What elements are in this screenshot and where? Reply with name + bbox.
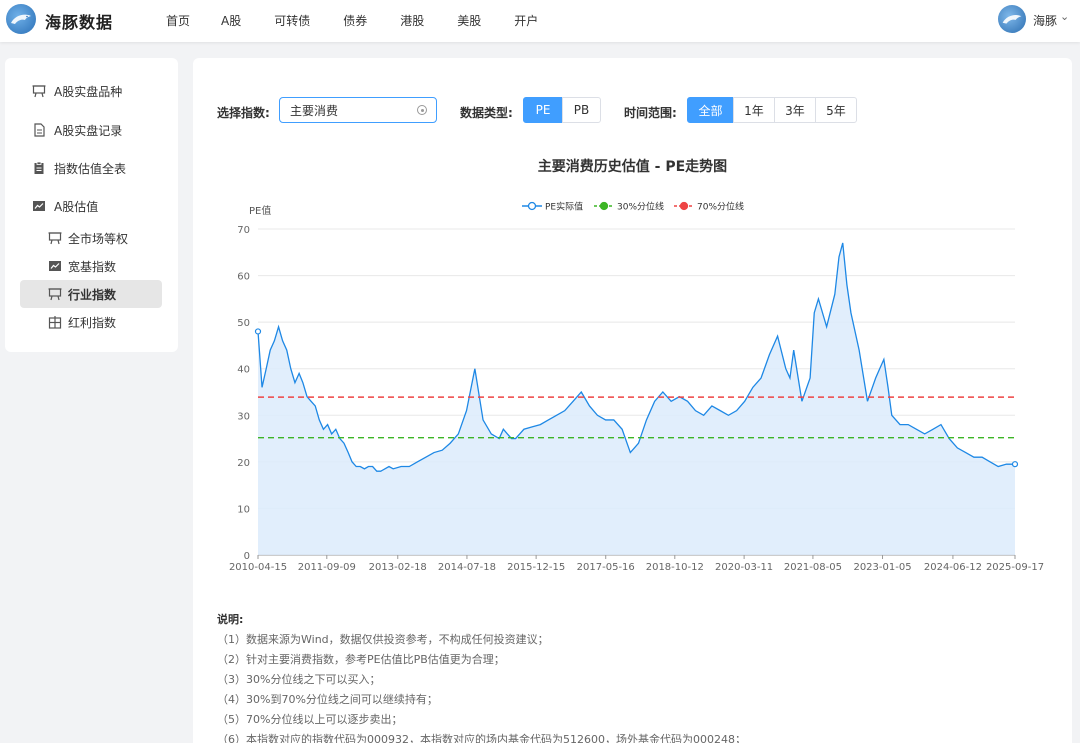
presentation-icon (48, 287, 62, 301)
legend-swatch-marker (599, 201, 609, 211)
clipboard-icon (32, 161, 46, 175)
legend-label: 70%分位线 (697, 201, 744, 213)
presentation-icon (48, 231, 62, 245)
x-tick-label: 2014-07-18 (438, 562, 496, 573)
y-tick-label: 40 (237, 365, 250, 376)
pe-end-point (1011, 461, 1019, 468)
x-tick-label: 2020-03-11 (715, 562, 773, 573)
note-line: （1）数据来源为Wind，数据仅供投资参考，不构成任何投资建议； (217, 633, 549, 646)
chevron-down-icon[interactable]: ⌄ (1060, 10, 1069, 23)
y-tick-label: 30 (237, 411, 250, 422)
nav-hk-stock[interactable]: 港股 (400, 12, 424, 29)
x-tick-label: 2010-04-15 (229, 562, 287, 573)
y-tick-label: 70 (237, 225, 250, 236)
grid-icon (48, 315, 62, 329)
pe-start-point (254, 328, 262, 335)
sidebar-item-a-share-live-records[interactable]: A股实盘记录 (5, 116, 178, 144)
nav-home[interactable]: 首页 (166, 12, 190, 29)
y-tick-label: 10 (237, 504, 250, 515)
y-tick-label: 0 (244, 551, 250, 562)
x-tick-label: 2021-08-05 (784, 562, 842, 573)
sidebar-subitem-label: 宽基指数 (68, 259, 117, 274)
chart-icon (48, 259, 62, 273)
legend-label: PE实际值 (545, 201, 583, 213)
pe-area (258, 242, 1015, 555)
nav-convertible-bond[interactable]: 可转债 (274, 12, 310, 29)
user-name[interactable]: 海豚 (1033, 12, 1057, 29)
note-line: （5）70%分位线以上可以逐步卖出； (217, 713, 403, 726)
sidebar-subitem-label: 全市场等权 (68, 231, 129, 246)
sidebar-subitem-label: 行业指数 (68, 287, 117, 302)
presentation-icon (32, 84, 46, 98)
sidebar-item-label: A股估值 (54, 199, 99, 214)
y-tick-label: 60 (237, 272, 250, 283)
x-tick-label: 2023-01-05 (853, 562, 911, 573)
note-line: （2）针对主要消费指数，参考PE估值比PB估值更为合理； (217, 653, 505, 666)
x-tick-label: 2024-06-12 (924, 562, 982, 573)
main-nav: 首页 A股 可转债 债券 港股 美股 开户 (166, 12, 571, 29)
chart-icon (32, 199, 46, 213)
main-content: 选择指数: 主要消费 数据类型: PE PB 时间范围: 全部 1年 3年 5年… (193, 58, 1072, 743)
sidebar-subitem-industry-index[interactable]: 行业指数 (20, 280, 162, 308)
brand-name[interactable]: 海豚数据 (45, 9, 113, 33)
sidebar-item-label: 指数估值全表 (54, 161, 127, 176)
sidebar-subitem-label: 红利指数 (68, 315, 117, 330)
legend-swatch-marker (679, 201, 689, 211)
nav-a-share[interactable]: A股 (221, 12, 241, 29)
note-line: （4）30%到70%分位线之间可以继续持有； (217, 693, 438, 706)
sidebar-item-a-share-live-products[interactable]: A股实盘品种 (5, 77, 178, 105)
pe-chart[interactable]: 0 10 20 30 40 50 60 70 PE值 2010-04-15 2011-09-09 20… (193, 58, 1072, 598)
y-axis-label: PE值 (249, 204, 271, 217)
legend-swatch-marker (527, 201, 537, 211)
y-tick-label: 20 (237, 458, 250, 469)
y-tick-label: 50 (237, 318, 250, 329)
x-tick-label: 2013-02-18 (369, 562, 427, 573)
nav-bond[interactable]: 债券 (343, 12, 367, 29)
user-avatar[interactable] (998, 5, 1026, 33)
sidebar-item-label: A股实盘记录 (54, 123, 123, 138)
x-tick-label: 2025-09-17 (986, 562, 1044, 573)
nav-us-stock[interactable]: 美股 (457, 12, 481, 29)
nav-open-account[interactable]: 开户 (514, 12, 538, 29)
sidebar-subitem-whole-market-equal-weight[interactable]: 全市场等权 (20, 224, 162, 252)
document-icon (32, 123, 46, 137)
dolphin-logo-icon[interactable] (6, 4, 36, 34)
notes-title: 说明: (217, 613, 244, 626)
sidebar-subitem-broad-index[interactable]: 宽基指数 (20, 252, 162, 280)
x-tick-label: 2018-10-12 (646, 562, 704, 573)
x-tick-label: 2017-05-16 (577, 562, 635, 573)
sidebar-item-a-share-valuation[interactable]: A股估值 (5, 192, 178, 220)
note-line: （6）本指数对应的指数代码为000932，本指数对应的场内基金代码为512600… (217, 733, 746, 743)
x-tick-label: 2015-12-15 (507, 562, 565, 573)
top-header: 海豚数据 首页 A股 可转债 债券 港股 美股 开户 海豚 ⌄ (0, 0, 1080, 42)
note-line: （3）30%分位线之下可以买入； (217, 673, 381, 686)
notes-section: 说明: （1）数据来源为Wind，数据仅供投资参考，不构成任何投资建议； （2）… (217, 610, 746, 743)
sidebar-subitem-dividend-index[interactable]: 红利指数 (20, 308, 162, 336)
x-tick-label: 2011-09-09 (298, 562, 356, 573)
sidebar: A股实盘品种 A股实盘记录 指数估值全表 A股估值 全市场等权 宽基指数 行业指… (5, 58, 178, 352)
sidebar-item-label: A股实盘品种 (54, 84, 123, 99)
legend-label: 30%分位线 (617, 201, 664, 213)
sidebar-item-index-valuation-table[interactable]: 指数估值全表 (5, 154, 178, 182)
